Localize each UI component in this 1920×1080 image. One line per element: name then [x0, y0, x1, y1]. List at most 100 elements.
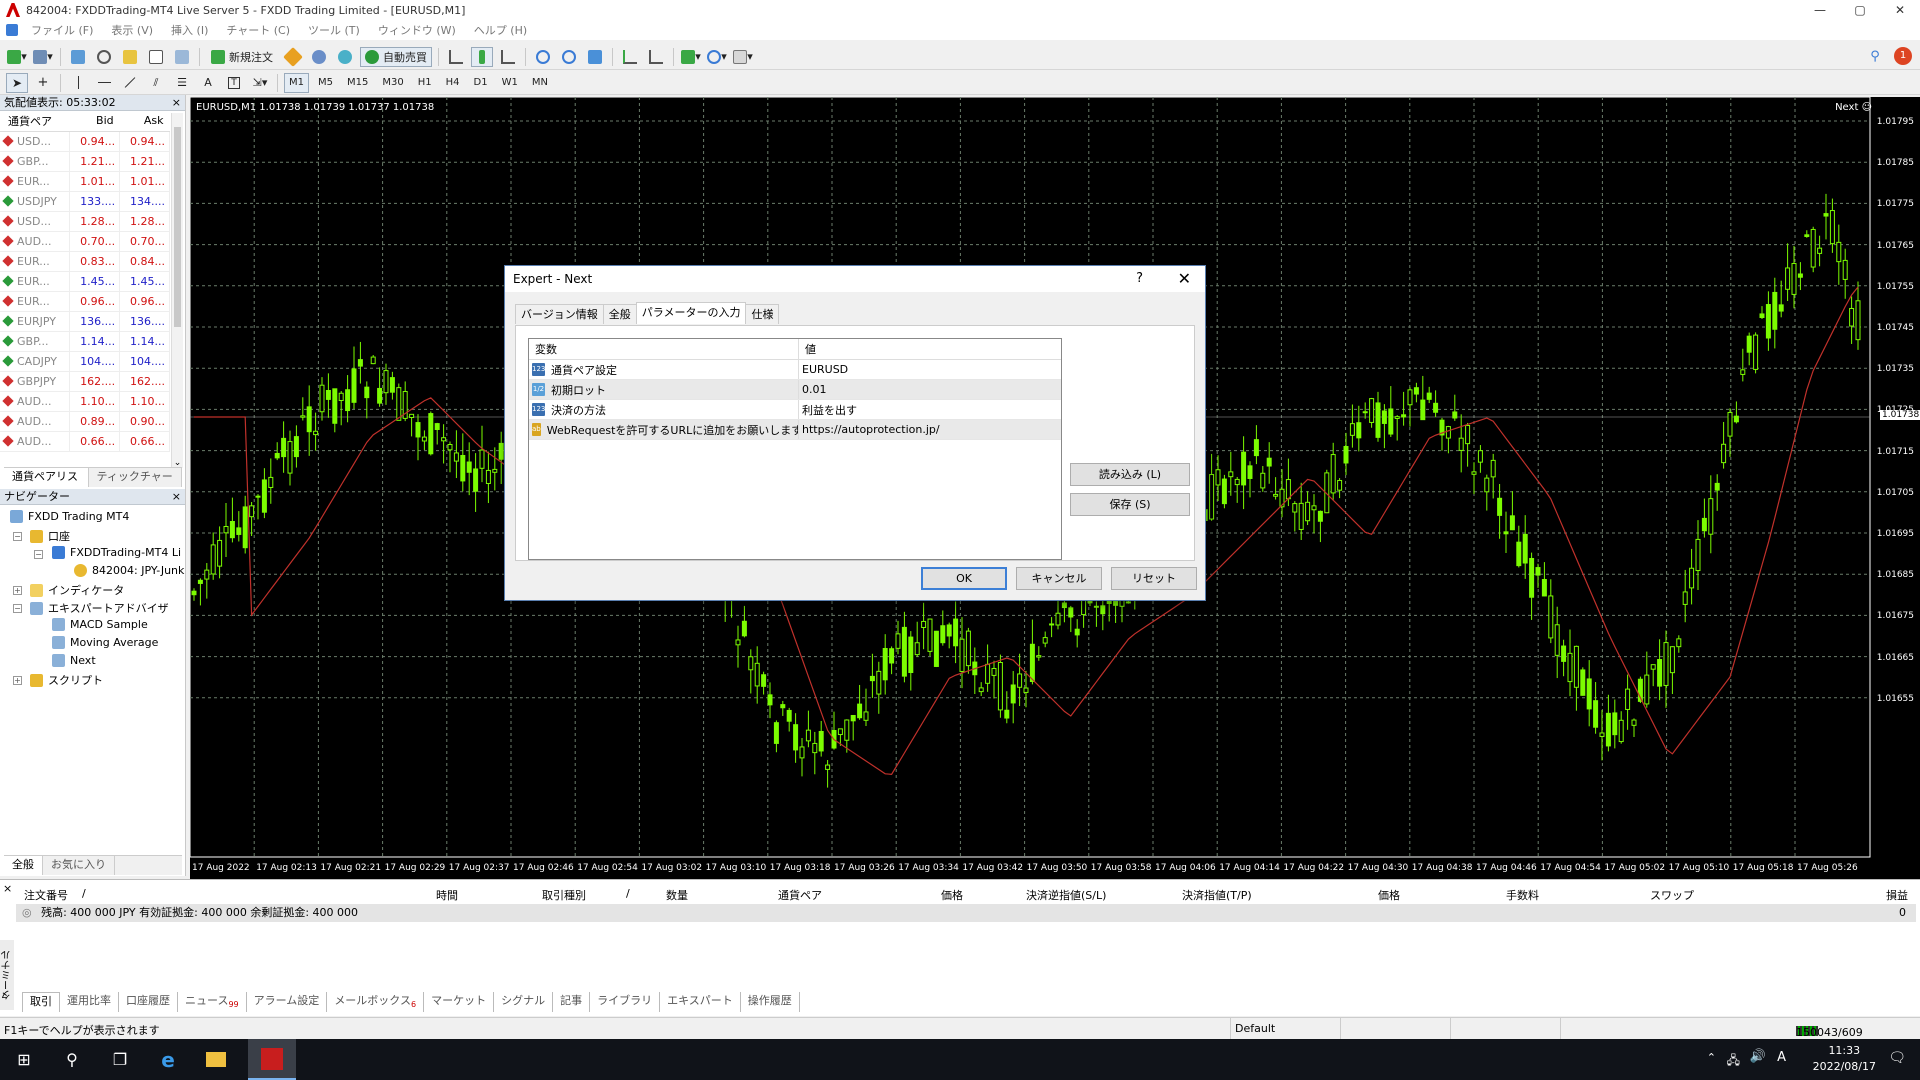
market-watch-row[interactable]: EUR... 1.45... 1.45... [0, 271, 170, 292]
symbol-cell[interactable]: EUR... [0, 271, 71, 292]
column-bid[interactable]: Bid [69, 111, 120, 132]
market-watch-row[interactable]: CADJPY 104.... 104.... [0, 351, 170, 372]
market-watch-row[interactable]: EUR... 1.01... 1.01... [0, 171, 170, 192]
col-swap[interactable]: スワップ [1650, 887, 1694, 903]
help-button[interactable]: ? [1136, 266, 1143, 292]
trendline-button[interactable] [119, 73, 141, 93]
bar-chart-button[interactable] [445, 47, 467, 67]
timeframe-mn[interactable]: MN [527, 73, 553, 93]
col-order[interactable]: 注文番号 [24, 887, 68, 903]
tab-signals[interactable]: シグナル [494, 992, 554, 1012]
symbol-cell[interactable]: AUD... [0, 391, 71, 412]
symbol-cell[interactable]: EURJPY [0, 311, 71, 332]
load-button[interactable]: 読み込み (L) [1070, 463, 1190, 486]
market-button[interactable] [334, 47, 356, 67]
tab-trade[interactable]: 取引 [22, 992, 60, 1012]
market-watch-row[interactable]: AUD... 1.10... 1.10... [0, 391, 170, 412]
market-watch-row[interactable]: GBPJPY 162.... 162.... [0, 371, 170, 392]
market-watch-row[interactable]: USDJPY 133.... 134.... [0, 191, 170, 212]
collapse-icon[interactable]: − [13, 604, 22, 613]
explorer-button[interactable] [192, 1039, 240, 1080]
tree-expert-ma[interactable]: Moving Average [52, 636, 158, 649]
parameter-value-cell[interactable]: 0.01 [799, 380, 1061, 399]
chart-shift-button[interactable] [645, 47, 667, 67]
signals-button[interactable] [308, 47, 330, 67]
periods-button[interactable]: ▾ [706, 47, 728, 67]
market-watch-row[interactable]: AUD... 0.70... 0.70... [0, 231, 170, 252]
tab-common[interactable]: 全般 [4, 856, 43, 875]
channel-button[interactable]: ⫽ [145, 73, 167, 93]
auto-trade-button[interactable]: 自動売買 [360, 46, 432, 67]
menu-file[interactable]: ファイル (F) [22, 22, 102, 38]
market-watch-row[interactable]: USD... 1.28... 1.28... [0, 211, 170, 232]
market-watch-row[interactable]: AUD... 0.89... 0.90... [0, 411, 170, 432]
new-chart-button[interactable]: ▾ [6, 47, 28, 67]
tile-windows-button[interactable] [584, 47, 606, 67]
navigator-button[interactable] [119, 47, 141, 67]
tree-expert-macd[interactable]: MACD Sample [52, 618, 148, 631]
scrollbar-thumb[interactable] [174, 127, 181, 327]
timeframe-m1[interactable]: M1 [284, 72, 309, 93]
terminal-button[interactable] [145, 47, 167, 67]
column-symbol[interactable]: 通貨ペア [0, 111, 70, 132]
market-watch-button[interactable] [67, 47, 89, 67]
tree-accounts[interactable]: 口座 [30, 528, 70, 544]
action-center-icon[interactable]: 🗨 [1888, 1050, 1906, 1066]
volume-icon[interactable]: 🔊 [1750, 1049, 1766, 1064]
symbol-cell[interactable]: AUD... [0, 411, 71, 432]
save-button[interactable]: 保存 (S) [1070, 493, 1190, 516]
market-watch-scrollbar[interactable]: ⌄ [171, 113, 183, 468]
notifications-badge[interactable]: 1 [1894, 47, 1912, 65]
symbol-cell[interactable]: GBPJPY [0, 371, 71, 392]
col-close-price[interactable]: 価格 [1378, 887, 1400, 903]
tree-server[interactable]: FXDDTrading-MT4 Li [52, 546, 181, 559]
symbol-cell[interactable]: AUD... [0, 231, 71, 252]
col-commission[interactable]: 手数料 [1506, 887, 1539, 903]
close-button[interactable]: ✕ [1880, 0, 1920, 20]
col-price[interactable]: 価格 [941, 887, 963, 903]
col-volume[interactable]: 数量 [666, 887, 688, 903]
parameter-row[interactable]: 123 決済の方法 利益を出す [529, 400, 1061, 420]
horizontal-line-button[interactable] [93, 73, 115, 93]
start-button[interactable]: ⊞ [0, 1039, 48, 1080]
symbol-cell[interactable]: EUR... [0, 171, 71, 192]
tab-symbols[interactable]: 通貨ペアリスト [4, 468, 89, 501]
col-tp[interactable]: 決済指値(T/P) [1182, 887, 1252, 903]
ime-indicator[interactable]: A [1777, 1050, 1786, 1065]
profiles-button[interactable]: ▾ [32, 47, 54, 67]
symbol-cell[interactable]: USD... [0, 211, 71, 232]
tab-exposure[interactable]: 運用比率 [60, 992, 119, 1012]
market-watch-row[interactable]: EUR... 0.83... 0.84... [0, 251, 170, 272]
menu-insert[interactable]: 挿入 (I) [162, 22, 217, 38]
ok-button[interactable]: OK [921, 567, 1007, 590]
tab-news[interactable]: ニュース99 [178, 992, 247, 1012]
timeframe-m15[interactable]: M15 [342, 73, 373, 93]
vertical-line-button[interactable] [67, 73, 89, 93]
cancel-button[interactable]: キャンセル [1016, 567, 1102, 590]
text-button[interactable]: A [197, 73, 219, 93]
market-watch-row[interactable]: EURJPY 136.... 136.... [0, 311, 170, 332]
minimize-button[interactable]: — [1800, 0, 1840, 20]
tree-indicators[interactable]: インディケータ [30, 582, 124, 598]
symbol-cell[interactable]: USD... [0, 131, 71, 152]
tree-expert-next[interactable]: Next [52, 654, 96, 667]
tab-tick-chart[interactable]: ティックチャート [89, 468, 182, 501]
crosshair-button[interactable]: + [32, 73, 54, 93]
tab-general[interactable]: 全般 [602, 304, 637, 324]
tree-account[interactable]: 842004: JPY-Junk [74, 564, 184, 577]
timeframe-h1[interactable]: H1 [413, 73, 437, 93]
data-window-button[interactable] [93, 47, 115, 67]
market-watch-row[interactable]: GBP... 1.21... 1.21... [0, 151, 170, 172]
market-watch-close-button[interactable]: × [172, 95, 181, 111]
tab-dependencies[interactable]: 仕様 [745, 304, 780, 324]
parameter-value-cell[interactable]: 利益を出す [799, 400, 1061, 419]
fibonacci-button[interactable]: ☰ [171, 73, 193, 93]
new-order-button[interactable]: 新規注文 [206, 47, 278, 67]
parameter-value-cell[interactable]: EURUSD [799, 360, 1061, 379]
navigator-close-button[interactable]: × [172, 489, 181, 505]
symbol-cell[interactable]: USDJPY [0, 191, 71, 212]
tab-about[interactable]: バージョン情報 [515, 304, 604, 324]
parameter-row[interactable]: ab WebRequestを許可するURLに追加をお願いします https://au… [529, 420, 1061, 440]
symbol-cell[interactable]: GBP... [0, 331, 71, 352]
menu-window[interactable]: ウィンドウ (W) [369, 22, 465, 38]
